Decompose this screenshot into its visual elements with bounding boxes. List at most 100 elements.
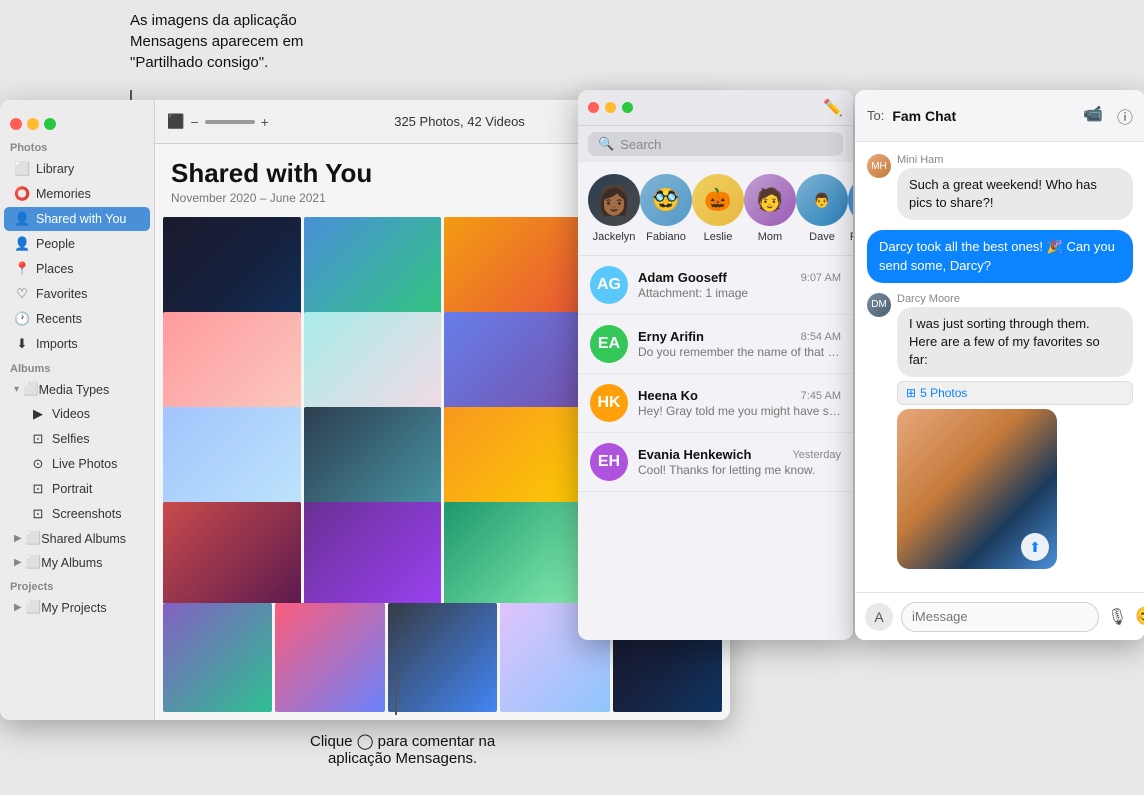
sidebar-item-portrait[interactable]: ⊡ Portrait (4, 477, 150, 501)
darcy-bubble: I was just sorting through them. Here ar… (897, 307, 1133, 378)
apps-button[interactable]: A (865, 603, 893, 631)
zoom-slider[interactable] (205, 120, 255, 124)
messages-titlebar: ✏️ (578, 90, 853, 126)
leslie-avatar: 🎃 (692, 174, 744, 226)
pinned-leslie[interactable]: 🎃 Leslie (692, 174, 744, 243)
sidebar-group-my-albums[interactable]: ▶ ⬜ My Albums (4, 551, 150, 574)
sidebar-group-shared-albums[interactable]: ▶ ⬜ Shared Albums (4, 527, 150, 550)
slideshow-icon[interactable]: ⬛ (167, 113, 184, 130)
close-button[interactable] (10, 118, 22, 130)
conversation-adam[interactable]: AG Adam Gooseff 9:07 AM Attachment: 1 im… (578, 256, 853, 315)
mini-ham-avatar: MH (867, 154, 891, 178)
photo-cell-bottom[interactable] (388, 603, 497, 712)
heena-avatar: HK (590, 384, 628, 422)
sidebar-item-library[interactable]: ⬜ Library (4, 157, 150, 181)
pinned-jackelyn[interactable]: 👩🏾 Jackelyn (588, 174, 640, 243)
right-bubble-1: Darcy took all the best ones! 🎉 Can you … (867, 230, 1133, 282)
chevron-right-icon2: ▶ (14, 557, 22, 568)
mini-ham-sender: Mini Ham (897, 154, 1133, 166)
pinned-contacts: 👩🏾 Jackelyn 🥸 Fabiano 🎃 Leslie 🧑 Mom (578, 162, 853, 256)
pinned-dave[interactable]: 👨 Dave (796, 174, 848, 243)
info-icon[interactable]: ⓘ (1117, 104, 1133, 128)
adam-time: 9:07 AM (801, 272, 841, 284)
messages-search-area: 🔍 Search (578, 126, 853, 162)
toolbar-left: ⬛ − + (167, 113, 269, 130)
favorites-icon: ♡ (14, 286, 30, 302)
library-icon: ⬜ (14, 161, 30, 177)
zoom-out-icon[interactable]: − (190, 114, 198, 130)
heena-name: Heena Ko (638, 388, 698, 403)
sidebar-item-people[interactable]: 👤 People (4, 232, 150, 256)
heena-info: Heena Ko 7:45 AM Hey! Gray told me you m… (638, 388, 841, 418)
recents-icon: 🕐 (14, 311, 30, 327)
audio-icon[interactable]: 🎙 (1107, 607, 1127, 627)
erny-preview: Do you remember the name of that guy fro… (638, 345, 841, 359)
evania-name: Evania Henkewich (638, 447, 751, 462)
msg-maximize-button[interactable] (622, 102, 633, 113)
to-label: To: (867, 108, 884, 123)
dave-name: Dave (809, 231, 835, 243)
pinned-fam-chat[interactable]: 👨‍👩‍👧 Fam Chat (848, 174, 853, 243)
zoom-in-icon[interactable]: + (261, 114, 269, 130)
chat-input[interactable] (901, 602, 1099, 632)
pinned-mom[interactable]: 🧑 Mom (744, 174, 796, 243)
live-photos-icon: ⊙ (30, 456, 46, 472)
maximize-button[interactable] (44, 118, 56, 130)
grid-icon: ⊞ (906, 386, 916, 400)
video-call-icon[interactable]: 📹 (1083, 104, 1103, 128)
sidebar-item-favorites[interactable]: ♡ Favorites (4, 282, 150, 306)
photo-cell[interactable] (444, 502, 582, 602)
chevron-right-icon3: ▶ (14, 602, 22, 613)
search-placeholder: Search (620, 137, 661, 152)
annotation-top: As imagens da aplicaçãoMensagens aparece… (130, 10, 430, 73)
sidebar-item-selfies[interactable]: ⊡ Selfies (4, 427, 150, 451)
photo-cell-bottom[interactable] (275, 603, 384, 712)
sidebar-item-screenshots[interactable]: ⊡ Screenshots (4, 502, 150, 526)
photo-cell[interactable] (304, 502, 442, 602)
photo-share-button[interactable]: ⬆ (1021, 533, 1049, 561)
portrait-icon: ⊡ (30, 481, 46, 497)
search-bar[interactable]: 🔍 Search (588, 132, 843, 156)
sidebar-item-shared-with-you[interactable]: 👤 Shared with You (4, 207, 150, 231)
message-mini-ham: MH Mini Ham Such a great weekend! Who ha… (867, 154, 1133, 220)
sidebar-item-recents[interactable]: 🕐 Recents (4, 307, 150, 331)
conversation-erny[interactable]: EA Erny Arifin 8:54 AM Do you remember t… (578, 315, 853, 374)
annotation-line-bottom (395, 675, 397, 715)
sidebar-item-live-photos[interactable]: ⊙ Live Photos (4, 452, 150, 476)
jackelyn-name: Jackelyn (593, 231, 636, 243)
evania-time: Yesterday (792, 449, 841, 461)
erny-avatar: EA (590, 325, 628, 363)
people-icon: 👤 (14, 236, 30, 252)
emoji-icon[interactable]: 😊 (1135, 606, 1144, 627)
photos-sidebar: Photos ⬜ Library ⭕ Memories 👤 Shared wit… (0, 100, 155, 720)
photo-cell-bottom[interactable] (163, 603, 272, 712)
sidebar-item-videos[interactable]: ▶ Videos (4, 402, 150, 426)
photos-count-badge[interactable]: ⊞ 5 Photos (897, 381, 1133, 405)
search-icon: 🔍 (598, 136, 614, 152)
sidebar-item-imports[interactable]: ⬇ Imports (4, 332, 150, 356)
adam-avatar: AG (590, 266, 628, 304)
conversation-heena[interactable]: HK Heena Ko 7:45 AM Hey! Gray told me yo… (578, 374, 853, 433)
conversation-evania[interactable]: EH Evania Henkewich Yesterday Cool! Than… (578, 433, 853, 492)
compose-icon[interactable]: ✏️ (823, 98, 843, 118)
chat-title: Fam Chat (892, 108, 1075, 124)
chat-window: To: Fam Chat 📹 ⓘ MH Mini Ham Such a grea… (855, 90, 1144, 640)
sidebar-section-albums: Albums (0, 357, 154, 377)
msg-close-button[interactable] (588, 102, 599, 113)
dave-avatar: 👨 (796, 174, 848, 226)
sidebar-group-media-types[interactable]: ▾ ⬜ Media Types (4, 378, 150, 401)
shared-icon: 👤 (14, 211, 30, 227)
pinned-fabiano[interactable]: 🥸 Fabiano (640, 174, 692, 243)
adam-name: Adam Gooseff (638, 270, 727, 285)
chat-header: To: Fam Chat 📹 ⓘ (855, 90, 1144, 142)
darcy-sender: Darcy Moore (897, 293, 1133, 305)
heena-preview: Hey! Gray told me you might have some go… (638, 404, 841, 418)
minimize-button[interactable] (27, 118, 39, 130)
sidebar-item-places[interactable]: 📍 Places (4, 257, 150, 281)
photo-attachment[interactable]: ⬆ (897, 409, 1057, 569)
photo-cell[interactable] (163, 502, 301, 602)
sidebar-item-memories[interactable]: ⭕ Memories (4, 182, 150, 206)
msg-minimize-button[interactable] (605, 102, 616, 113)
sidebar-group-my-projects[interactable]: ▶ ⬜ My Projects (4, 596, 150, 619)
memories-icon: ⭕ (14, 186, 30, 202)
